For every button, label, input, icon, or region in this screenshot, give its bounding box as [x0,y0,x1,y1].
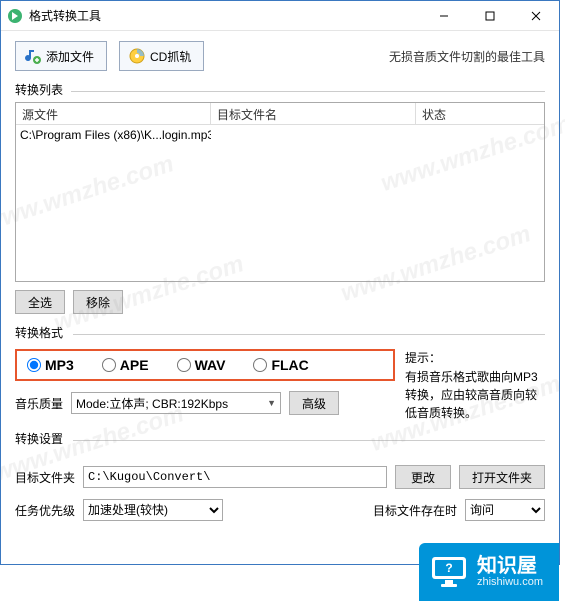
dest-row: 目标文件夹 更改 打开文件夹 [15,465,545,489]
cell-status [416,125,544,145]
close-button[interactable] [513,1,559,31]
monitor-icon: ? [429,554,469,590]
tagline-text: 无损音质文件切割的最佳工具 [389,48,545,65]
add-file-label: 添加文件 [46,48,94,65]
app-window: 格式转换工具 添加文件 CD抓轨 无损音质文件切割的最佳工具 转换列表 源文件 … [0,0,560,565]
format-section-label: 转换格式 [1,322,559,345]
col-source[interactable]: 源文件 [16,103,211,124]
exists-select[interactable]: 询问 [465,499,545,521]
site-logo-badge: ? 知识屋 zhishiwu.com [419,543,559,601]
file-list[interactable]: 源文件 目标文件名 状态 C:\Program Files (x86)\K...… [15,102,545,282]
logo-domain: zhishiwu.com [477,576,543,588]
select-all-button[interactable]: 全选 [15,290,65,314]
minimize-button[interactable] [421,1,467,31]
quality-select[interactable]: Mode:立体声; CBR:192Kbps ▼ [71,392,281,414]
format-mp3[interactable]: MP3 [27,357,74,373]
priority-row: 任务优先级 加速处理(较快) 目标文件存在时 询问 [15,499,545,521]
cd-icon [128,47,146,65]
tip-box: 提示： 有损音乐格式歌曲向MP3转换，应由较高音质向较低音质转换。 [395,349,545,422]
svg-text:?: ? [445,561,452,575]
tip-body: 有损音乐格式歌曲向MP3转换，应由较高音质向较低音质转换。 [405,368,545,422]
priority-label: 任务优先级 [15,502,75,519]
dest-label: 目标文件夹 [15,469,75,486]
format-radio-group: MP3 APE WAV FLAC [15,349,395,381]
cd-rip-label: CD抓轨 [150,48,191,65]
list-section-label: 转换列表 [1,79,559,102]
tip-title: 提示： [405,349,545,366]
music-plus-icon [24,47,42,65]
open-folder-button[interactable]: 打开文件夹 [459,465,545,489]
format-area: MP3 APE WAV FLAC 音乐质量 Mode:立体声; CBR:192K… [1,345,559,422]
settings-area: 目标文件夹 更改 打开文件夹 任务优先级 加速处理(较快) 目标文件存在时 询问 [1,451,559,535]
col-status[interactable]: 状态 [416,103,544,124]
maximize-button[interactable] [467,1,513,31]
format-ape[interactable]: APE [102,357,149,373]
cell-target [211,125,416,145]
dest-path-input[interactable] [83,466,387,488]
priority-select[interactable]: 加速处理(较快) [83,499,223,521]
list-header: 源文件 目标文件名 状态 [16,103,544,125]
list-body: C:\Program Files (x86)\K...login.mp3 [16,125,544,145]
radio-flac[interactable] [253,358,267,372]
list-buttons: 全选 移除 [1,282,559,322]
add-file-button[interactable]: 添加文件 [15,41,107,71]
settings-section-label: 转换设置 [1,428,559,451]
toolbar: 添加文件 CD抓轨 无损音质文件切割的最佳工具 [1,31,559,79]
logo-name: 知识屋 [477,556,543,576]
quality-value: Mode:立体声; CBR:192Kbps [76,395,228,412]
titlebar: 格式转换工具 [1,1,559,31]
quality-label: 音乐质量 [15,395,63,412]
quality-row: 音乐质量 Mode:立体声; CBR:192Kbps ▼ 高级 [15,391,395,415]
table-row[interactable]: C:\Program Files (x86)\K...login.mp3 [16,125,544,145]
radio-ape[interactable] [102,358,116,372]
change-button[interactable]: 更改 [395,465,451,489]
format-wav[interactable]: WAV [177,357,226,373]
exists-label: 目标文件存在时 [373,502,457,519]
radio-wav[interactable] [177,358,191,372]
radio-mp3[interactable] [27,358,41,372]
cell-source: C:\Program Files (x86)\K...login.mp3 [16,125,211,145]
remove-button[interactable]: 移除 [73,290,123,314]
col-target[interactable]: 目标文件名 [211,103,416,124]
chevron-down-icon: ▼ [267,398,276,408]
format-flac[interactable]: FLAC [253,357,308,373]
window-title: 格式转换工具 [29,7,421,24]
app-icon [7,8,23,24]
cd-rip-button[interactable]: CD抓轨 [119,41,204,71]
advanced-button[interactable]: 高级 [289,391,339,415]
